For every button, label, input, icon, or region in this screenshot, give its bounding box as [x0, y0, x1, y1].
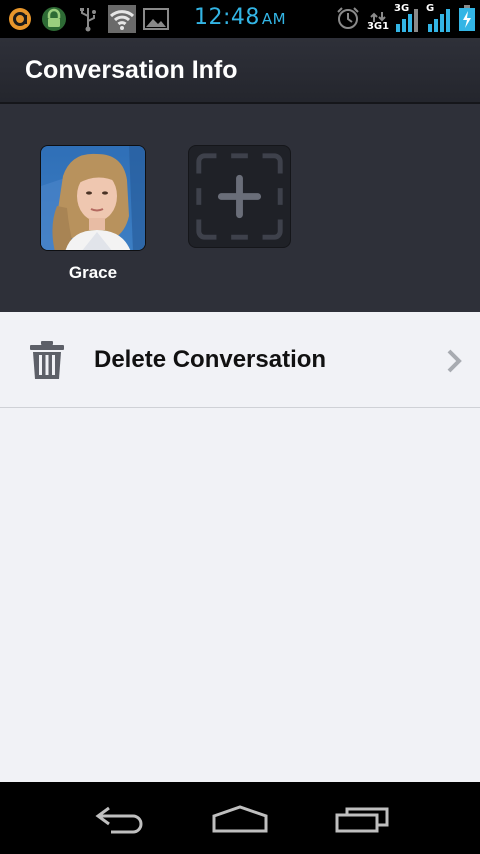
recent-apps-icon [335, 807, 389, 833]
clock-time: 12:48 [194, 5, 260, 30]
recent-apps-button[interactable] [332, 802, 392, 836]
network-type-label: 3G1 [366, 21, 390, 32]
signal-g-icon: G [426, 4, 454, 32]
chevron-right-icon [445, 349, 463, 377]
usb-icon [74, 5, 102, 33]
delete-conversation-row[interactable]: Delete Conversation [0, 312, 480, 408]
clock-ampm: AM [261, 10, 287, 28]
clock: 12:48 AM [194, 5, 286, 30]
signal-icon: 3G [394, 4, 422, 32]
participants-panel: Grace [0, 104, 480, 312]
app-icon [6, 5, 34, 33]
content-area [0, 408, 480, 782]
action-bar: Conversation Info [0, 38, 480, 104]
data-transfer-icon: 3G1 [366, 12, 390, 32]
image-icon [142, 5, 170, 33]
wifi-icon [108, 5, 136, 33]
delete-conversation-label: Delete Conversation [94, 346, 327, 373]
plus-icon [196, 153, 283, 240]
navigation-bar [0, 782, 480, 854]
back-button[interactable] [90, 802, 150, 836]
add-participant-button[interactable] [188, 145, 291, 248]
home-button[interactable] [210, 802, 270, 836]
avatar[interactable] [40, 145, 146, 251]
notification-icons [6, 5, 170, 33]
home-icon [212, 805, 268, 833]
battery-charging-icon [458, 4, 476, 32]
back-icon [95, 806, 143, 834]
alarm-icon [334, 4, 362, 32]
page-title: Conversation Info [25, 56, 238, 84]
status-bar: 12:48 AM 3G1 3G G [0, 0, 480, 38]
lock-icon [40, 5, 68, 33]
trash-icon [30, 341, 64, 383]
system-icons: 3G1 3G G [334, 4, 476, 32]
participant-grace[interactable]: Grace [40, 145, 146, 283]
participant-name: Grace [68, 263, 118, 282]
